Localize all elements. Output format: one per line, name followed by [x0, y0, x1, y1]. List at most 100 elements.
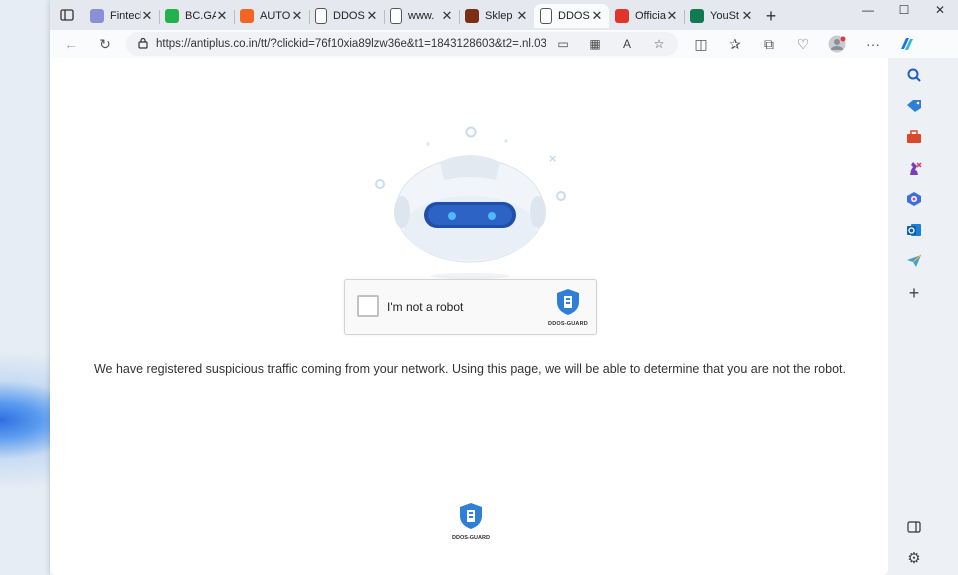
back-arrow-icon: ←	[64, 36, 78, 52]
collections-icon: ⧉	[764, 35, 774, 52]
sidebar-add-button[interactable]: +	[905, 282, 923, 303]
yous-favicon-icon	[690, 9, 704, 23]
brave-favicon-icon	[615, 9, 629, 23]
office-icon	[907, 192, 921, 206]
favorites-icon: ✰	[729, 35, 741, 52]
ddos-guard-shield-icon	[460, 503, 482, 529]
sidebar-games-button[interactable]	[905, 159, 923, 177]
tab-title: YouSt	[710, 10, 739, 22]
tab-close-icon[interactable]: ✕	[741, 8, 753, 24]
copilot-button[interactable]	[896, 33, 918, 55]
favorite-star-icon[interactable]: ☆	[650, 34, 668, 54]
sklep-favicon-icon	[465, 9, 479, 23]
read-aloud-icon[interactable]: A	[618, 34, 636, 54]
favorites-button[interactable]: ✰	[724, 33, 746, 55]
close-window-button[interactable]: ✕	[922, 0, 958, 20]
tab-close-icon[interactable]: ✕	[216, 8, 228, 24]
captcha-label: I'm not a robot	[387, 300, 464, 314]
page-favicon-icon	[315, 8, 327, 24]
more-dots-icon: ···	[866, 36, 880, 52]
page-favicon-icon	[540, 8, 552, 24]
tag-icon	[907, 100, 921, 112]
browser-tab[interactable]: AUTO ✕	[234, 4, 309, 28]
tab-strip: Fintech✕BC.GAME✕AUTO✕DDOS✕www.✕Sklep✕DDO…	[50, 0, 958, 30]
new-tab-button[interactable]: +	[759, 4, 783, 28]
ext-favicon-icon	[390, 8, 402, 24]
sidebar-toggle-icon	[907, 521, 921, 533]
paper-plane-icon	[907, 254, 922, 267]
address-url[interactable]: https://antiplus.co.in/tt/?clickid=76f10…	[156, 38, 546, 50]
app-available-icon[interactable]: ▭	[554, 34, 572, 54]
captcha-logo: DDOS-GUARD	[546, 288, 590, 327]
browser-tab[interactable]: YouSt ✕	[684, 4, 759, 28]
sidebar-search-button[interactable]	[905, 66, 923, 84]
sidebar-tools-button[interactable]	[905, 128, 923, 146]
sidebar-shopping-button[interactable]	[905, 97, 923, 115]
ddos-guard-shield-icon	[557, 289, 579, 315]
copilot-icon	[901, 38, 913, 50]
tab-title: Sklep	[485, 10, 513, 22]
minimize-button[interactable]: —	[850, 0, 886, 20]
split-screen-button[interactable]: ◫	[690, 33, 712, 55]
bcgame-favicon-icon	[165, 9, 179, 23]
tab-title: Fintech	[110, 10, 141, 22]
browser-tab[interactable]: www. ✕	[384, 4, 459, 28]
heart-pulse-icon: ♡	[796, 35, 810, 52]
sidebar-office-button[interactable]	[905, 190, 923, 208]
gear-icon: ⚙	[907, 550, 921, 567]
svg-text:×: ×	[548, 152, 557, 165]
tab-close-icon[interactable]: ✕	[591, 8, 603, 24]
lock-icon	[138, 37, 148, 52]
settings-more-button[interactable]: ···	[862, 33, 884, 55]
tab-actions-icon	[60, 9, 74, 21]
tab-close-icon[interactable]: ✕	[291, 8, 303, 24]
profile-button[interactable]	[826, 33, 848, 55]
footer-brand: DDOS-GUARD	[452, 535, 490, 541]
refresh-icon: ↻	[99, 35, 111, 52]
tab-actions-button[interactable]	[56, 5, 78, 25]
collections-button[interactable]: ⧉	[758, 33, 780, 55]
tab-close-icon[interactable]: ✕	[516, 8, 528, 24]
sidebar-settings-button[interactable]: ⚙	[905, 549, 923, 567]
refresh-button[interactable]: ↻	[94, 33, 116, 55]
browser-window: Fintech✕BC.GAME✕AUTO✕DDOS✕www.✕Sklep✕DDO…	[50, 0, 958, 575]
split-screen-icon: ◫	[694, 35, 708, 52]
browser-tab[interactable]: Fintech✕	[84, 4, 159, 28]
tab-close-icon[interactable]: ✕	[441, 8, 453, 24]
browser-tab[interactable]: DDOS ✕	[309, 4, 384, 28]
maximize-button[interactable]: ☐	[886, 0, 922, 20]
avatar-icon	[828, 35, 846, 53]
browser-essentials-button[interactable]: ♡	[792, 33, 814, 55]
tab-title: www.	[408, 10, 435, 22]
tabs-list: Fintech✕BC.GAME✕AUTO✕DDOS✕www.✕Sklep✕DDO…	[84, 4, 783, 30]
browser-tab[interactable]: DDOS ✕	[534, 4, 609, 28]
page-content: × I'm not a robot DDOS-GUARD We have reg…	[50, 58, 888, 575]
search-icon	[907, 68, 921, 82]
sidebar-hide-button[interactable]	[905, 518, 923, 536]
info-message: We have registered suspicious traffic co…	[93, 362, 846, 376]
tab-title: DDOS	[558, 10, 590, 22]
toolbox-icon	[907, 130, 921, 143]
tab-title: BC.GAME	[185, 10, 216, 22]
tab-close-icon[interactable]: ✕	[666, 8, 678, 24]
captcha-widget: I'm not a robot DDOS-GUARD	[344, 279, 597, 335]
plus-icon: +	[908, 282, 920, 303]
address-bar[interactable]: https://antiplus.co.in/tt/?clickid=76f10…	[126, 32, 678, 56]
edge-sidebar: + ⚙	[888, 58, 958, 575]
back-button[interactable]: ←	[60, 33, 82, 55]
browser-tab[interactable]: Sklep ✕	[459, 4, 534, 28]
footer-logo: DDOS-GUARD	[446, 502, 496, 541]
sidebar-drop-button[interactable]	[905, 252, 923, 270]
browser-tab[interactable]: BC.GAME✕	[159, 4, 234, 28]
qr-code-icon[interactable]: ▦	[586, 34, 604, 54]
tab-title: Official	[635, 10, 666, 22]
captcha-brand: DDOS-GUARD	[548, 321, 588, 327]
tab-close-icon[interactable]: ✕	[141, 8, 153, 24]
outlook-icon	[907, 224, 921, 236]
browser-tab[interactable]: Official ✕	[609, 4, 684, 28]
sidebar-outlook-button[interactable]	[905, 221, 923, 239]
tab-title: DDOS	[333, 10, 365, 22]
tab-close-icon[interactable]: ✕	[366, 8, 378, 24]
tab-title: AUTO	[260, 10, 291, 22]
captcha-checkbox[interactable]	[357, 295, 379, 317]
